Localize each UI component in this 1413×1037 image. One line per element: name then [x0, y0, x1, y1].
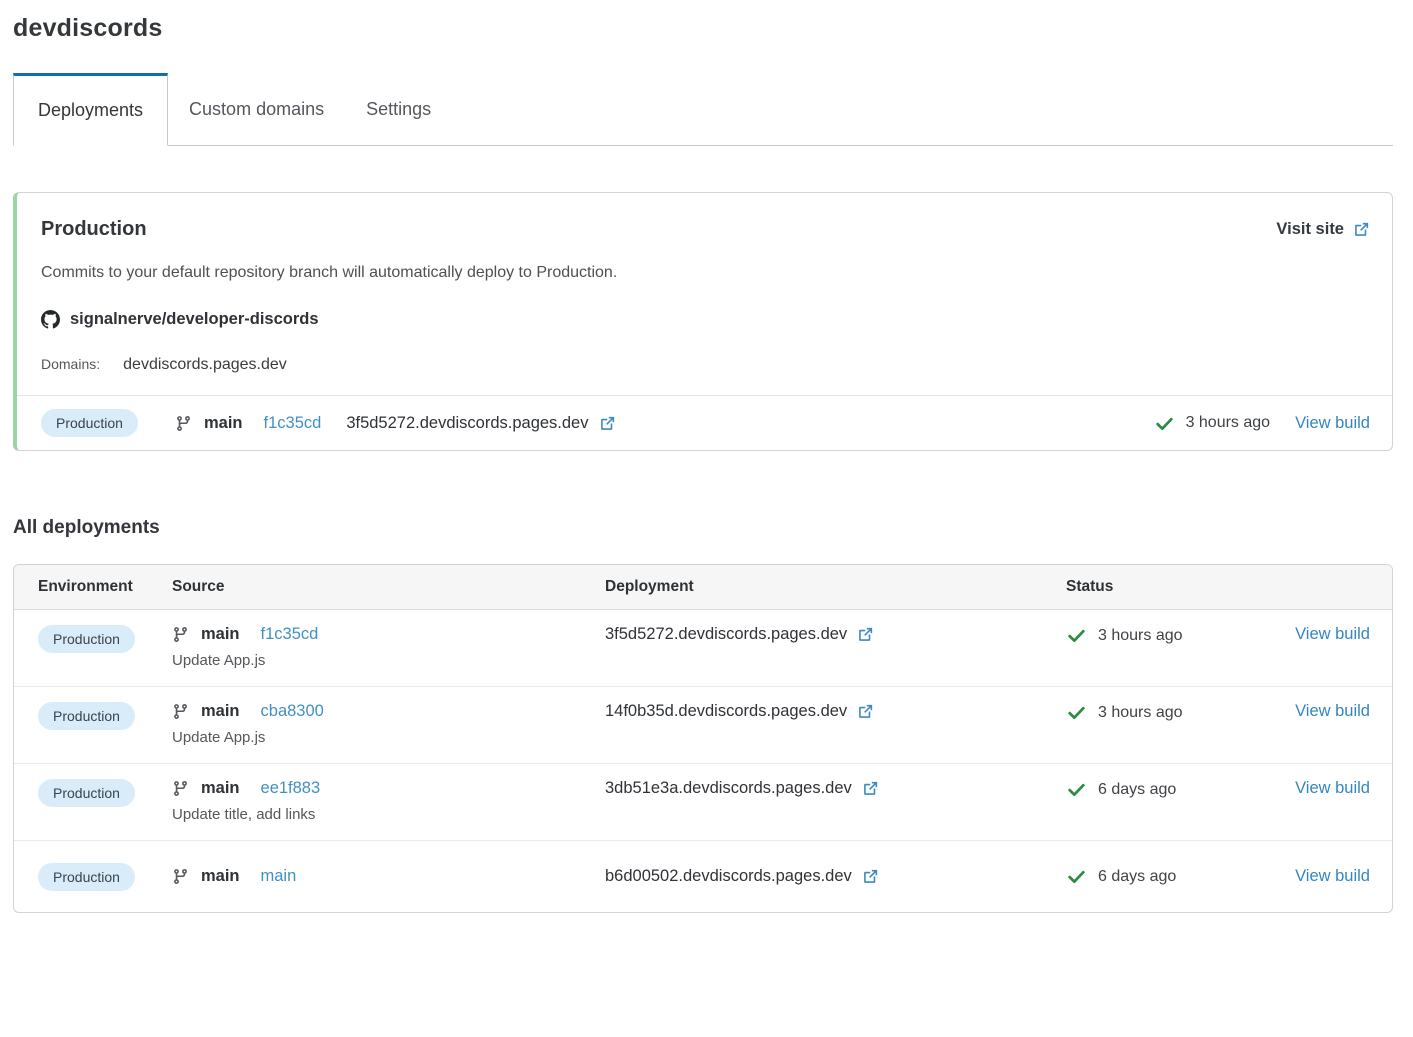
deployment-row: Production main ee1f883 Update title, ad… [14, 764, 1392, 841]
deployment-time: 6 days ago [1098, 781, 1176, 799]
page-root: devdiscords Deployments Custom domains S… [0, 0, 1413, 913]
view-build-link[interactable]: View build [1295, 867, 1370, 885]
deployment-row: Production main cba8300 Update App.js 14… [14, 687, 1392, 764]
environment-badge: Production [38, 779, 135, 807]
environment-badge: Production [38, 625, 135, 653]
success-check-icon [1066, 702, 1087, 723]
repo-link[interactable]: signalnerve/developer-discords [70, 310, 319, 329]
deployment-url: 3f5d5272.devdiscords.pages.dev [605, 625, 847, 644]
repo-row: signalnerve/developer-discords [41, 310, 1370, 329]
all-deployments-heading: All deployments [13, 517, 1393, 539]
deployment-url-link[interactable]: 3f5d5272.devdiscords.pages.dev [346, 414, 615, 433]
commit-message: Update App.js [172, 729, 605, 746]
production-card-description: Commits to your default repository branc… [41, 264, 1370, 282]
success-check-icon [1066, 625, 1087, 646]
domains-row: Domains: devdiscords.pages.dev [41, 356, 1370, 374]
production-card-body: Production Visit site Commits to your de… [17, 193, 1392, 395]
deployment-time: 3 hours ago [1186, 414, 1271, 432]
view-build-link[interactable]: View build [1295, 625, 1370, 643]
external-link-icon [857, 703, 874, 720]
production-card: Production Visit site Commits to your de… [13, 192, 1393, 451]
column-header-status: Status [1066, 578, 1285, 596]
deployment-url-link[interactable]: b6d00502.devdiscords.pages.dev [605, 867, 879, 886]
git-branch-icon [172, 780, 189, 797]
external-link-icon [1353, 221, 1370, 238]
git-branch-icon [172, 703, 189, 720]
domains-label: Domains: [41, 356, 100, 372]
deployment-time: 3 hours ago [1098, 704, 1183, 722]
branch-name: main [201, 867, 240, 886]
tab-bar: Deployments Custom domains Settings [13, 73, 1393, 146]
git-branch-icon [172, 868, 189, 885]
deployment-url: 3f5d5272.devdiscords.pages.dev [346, 414, 588, 433]
deployments-table: Environment Source Deployment Status Pro… [13, 564, 1393, 913]
environment-badge: Production [38, 702, 135, 730]
external-link-icon [862, 780, 879, 797]
success-check-icon [1066, 866, 1087, 887]
branch-name: main [201, 779, 240, 798]
git-branch-icon [172, 626, 189, 643]
github-icon [41, 310, 60, 329]
deployment-url-link[interactable]: 3db51e3a.devdiscords.pages.dev [605, 779, 879, 798]
tab-deployments[interactable]: Deployments [13, 73, 168, 146]
column-header-environment: Environment [38, 578, 172, 596]
external-link-icon [862, 868, 879, 885]
git-branch-icon [175, 415, 192, 432]
commit-link[interactable]: cba8300 [261, 702, 324, 721]
deployment-url: 3db51e3a.devdiscords.pages.dev [605, 779, 852, 798]
deployment-row: Production main f1c35cd Update App.js 3f… [14, 610, 1392, 687]
view-build-link[interactable]: View build [1295, 779, 1370, 797]
deployment-time: 6 days ago [1098, 868, 1176, 886]
visit-site-label: Visit site [1276, 220, 1344, 239]
deployments-table-header: Environment Source Deployment Status [14, 565, 1392, 610]
branch-name: main [204, 414, 243, 433]
commit-message: Update App.js [172, 652, 605, 669]
deployment-url-link[interactable]: 14f0b35d.devdiscords.pages.dev [605, 702, 874, 721]
domains-value: devdiscords.pages.dev [123, 356, 287, 374]
deployment-url: b6d00502.devdiscords.pages.dev [605, 867, 852, 886]
environment-badge: Production [41, 409, 138, 437]
commit-link[interactable]: f1c35cd [264, 414, 322, 433]
deployment-row: Production main main b6d00502.devdiscord… [14, 841, 1392, 912]
production-card-title: Production [41, 218, 147, 241]
success-check-icon [1154, 413, 1175, 434]
deployment-url: 14f0b35d.devdiscords.pages.dev [605, 702, 847, 721]
tab-settings[interactable]: Settings [345, 73, 452, 145]
branch-name: main [201, 702, 240, 721]
deployment-url-link[interactable]: 3f5d5272.devdiscords.pages.dev [605, 625, 874, 644]
commit-link[interactable]: f1c35cd [261, 625, 319, 644]
external-link-icon [599, 415, 616, 432]
commit-link[interactable]: main [261, 867, 297, 886]
success-check-icon [1066, 779, 1087, 800]
production-deployment-row: Production main f1c35cd 3f5d5272.devdisc… [17, 395, 1392, 450]
branch-name: main [201, 625, 240, 644]
external-link-icon [857, 626, 874, 643]
visit-site-link[interactable]: Visit site [1276, 220, 1370, 239]
environment-badge: Production [38, 863, 135, 891]
view-build-link[interactable]: View build [1295, 702, 1370, 720]
commit-link[interactable]: ee1f883 [261, 779, 321, 798]
view-build-link[interactable]: View build [1295, 414, 1370, 433]
tab-custom-domains[interactable]: Custom domains [168, 73, 345, 145]
page-title: devdiscords [13, 14, 1393, 43]
deployments-table-body: Production main f1c35cd Update App.js 3f… [14, 610, 1392, 912]
column-header-deployment: Deployment [605, 578, 1066, 596]
deployment-time: 3 hours ago [1098, 627, 1183, 645]
column-header-source: Source [172, 578, 605, 596]
commit-message: Update title, add links [172, 806, 605, 823]
